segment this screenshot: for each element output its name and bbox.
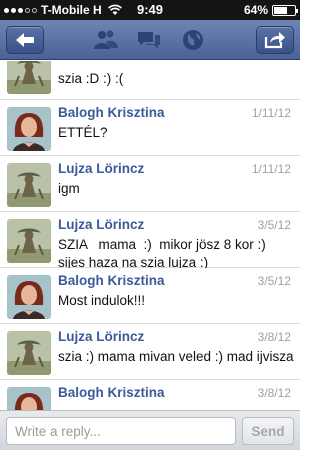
status-bar: T-Mobile H 9:49 64% [0, 0, 300, 20]
message-item: Lujza Lörincz 3/5/12 SZIA mama :) mikor … [0, 212, 300, 270]
battery-percent: 64% [243, 3, 268, 17]
message-item: Balogh Krisztina 1/11/12 ETTÉL? [0, 100, 300, 156]
lujza-avatar [7, 61, 51, 94]
message-item: Balogh Krisztina 3/8/12 [0, 380, 300, 410]
message-date: 3/8/12 [257, 330, 291, 344]
sender-name: Balogh Krisztina [58, 105, 165, 120]
messages-icon[interactable] [137, 29, 161, 51]
send-button[interactable]: Send [242, 417, 294, 445]
status-right: 64% [243, 0, 298, 20]
message-text: igm [58, 181, 80, 196]
navigation-bar [0, 20, 300, 60]
sender-name: Lujza Lörincz [58, 217, 145, 232]
battery-icon [272, 4, 298, 16]
message-text: Most indulok!!! [58, 293, 146, 308]
sender-name: Lujza Lörincz [58, 329, 145, 344]
message-date: 3/5/12 [257, 218, 291, 232]
message-item: Lujza Lörincz 3/8/12 szia :) mama mivan … [0, 324, 300, 380]
share-button[interactable] [256, 26, 294, 54]
krisztina-avatar [7, 275, 51, 319]
message-date: 3/5/12 [257, 274, 291, 288]
message-text: ETTÉL? [58, 125, 108, 140]
share-icon [264, 32, 285, 49]
back-arrow-icon [16, 33, 34, 47]
reply-bar: Send [0, 410, 300, 450]
sender-name: Balogh Krisztina [58, 273, 165, 288]
message-date: 3/8/12 [257, 386, 291, 400]
lujza-avatar [7, 163, 51, 207]
back-button[interactable] [6, 26, 44, 54]
message-date: 1/11/12 [251, 162, 291, 176]
message-text: szia :) mama mivan veled :) mad ijvisza [58, 349, 294, 364]
krisztina-avatar [7, 107, 51, 151]
lujza-avatar [7, 219, 51, 263]
sender-name: Balogh Krisztina [58, 385, 165, 400]
message-text: SZIA mama :) mikor jösz 8 kor :) sijes h… [58, 237, 270, 270]
sender-name: Lujza Lörincz [58, 161, 145, 176]
reply-input[interactable] [6, 417, 236, 445]
message-item: Lujza Lörincz 1/11/12 igm [0, 156, 300, 212]
lujza-avatar [7, 331, 51, 375]
message-text: szia :D :) :( [58, 71, 124, 86]
battery-level [274, 6, 287, 14]
friends-icon[interactable] [94, 29, 118, 51]
message-item: Balogh Krisztina 3/5/12 Most indulok!!! [0, 268, 300, 324]
message-item: szia :D :) :( [0, 61, 300, 100]
krisztina-avatar [7, 387, 51, 410]
message-date: 1/11/12 [251, 106, 291, 120]
message-list[interactable]: szia :D :) :( Balogh Krisztina 1/11/12 E… [0, 61, 300, 410]
globe-icon[interactable] [181, 29, 205, 51]
